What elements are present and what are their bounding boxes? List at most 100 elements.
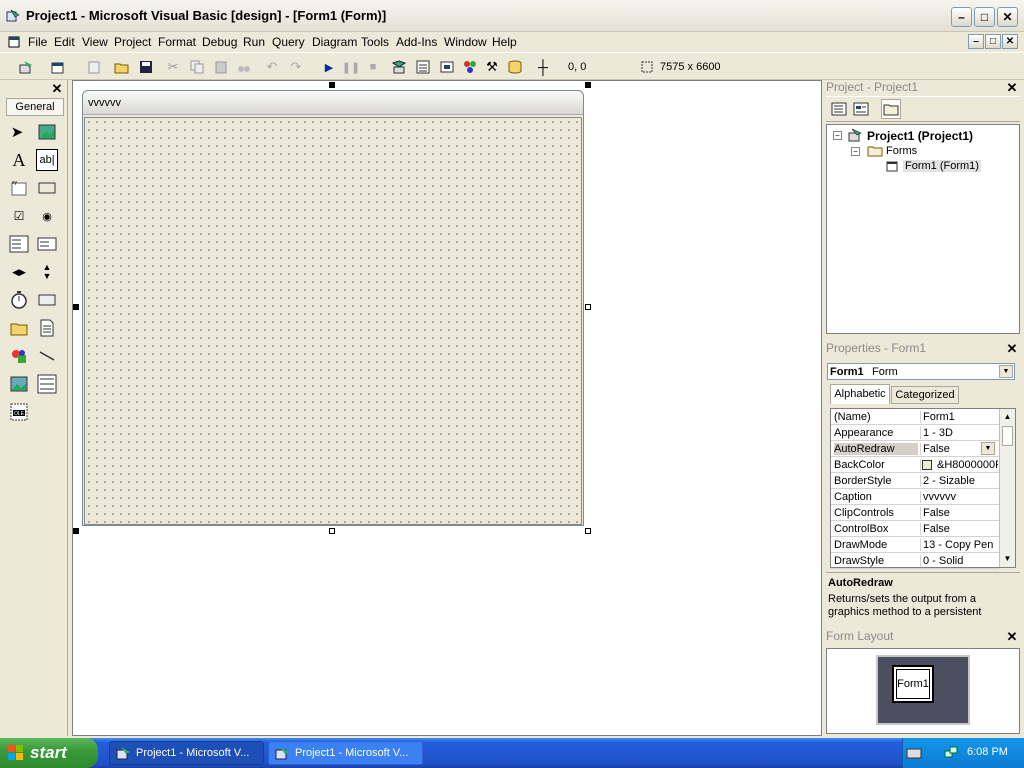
menu-editor-button[interactable] — [84, 57, 104, 77]
minimize-button[interactable]: – — [951, 7, 972, 27]
property-row[interactable]: BackColor &H8000000F — [831, 457, 999, 473]
maximize-button[interactable]: □ — [974, 7, 995, 27]
menu-file[interactable]: File — [28, 35, 47, 49]
resize-handle-bottom[interactable] — [329, 528, 335, 534]
resize-handle-bottom-right[interactable] — [585, 528, 591, 534]
ole-tool[interactable]: OLE — [8, 401, 30, 423]
paste-button[interactable] — [211, 57, 231, 77]
resize-handle-left[interactable] — [73, 304, 79, 310]
tab-categorized[interactable]: Categorized — [891, 386, 959, 404]
resize-handle-right[interactable] — [585, 304, 591, 310]
menu-debug[interactable]: Debug — [202, 35, 237, 49]
property-row[interactable]: ClipControls False — [831, 505, 999, 521]
data-view-button[interactable] — [505, 57, 525, 77]
property-row[interactable]: (Name) Form1 — [831, 409, 999, 425]
property-row[interactable]: DrawStyle 0 - Solid — [831, 553, 999, 569]
property-scrollbar[interactable]: ▲ ▼ — [999, 409, 1015, 567]
form-window[interactable]: vvvvvv — [82, 90, 584, 526]
add-project-button[interactable] — [16, 57, 36, 77]
scroll-down-icon[interactable]: ▼ — [1000, 551, 1015, 566]
object-browser-button[interactable] — [460, 57, 480, 77]
start-button[interactable]: start — [0, 738, 98, 768]
combobox-tool[interactable] — [8, 233, 30, 255]
project-explorer-button[interactable] — [389, 57, 409, 77]
mdi-minimize-button[interactable]: – — [968, 34, 984, 49]
form-title-bar[interactable]: vvvvvv — [83, 91, 583, 115]
add-form-button[interactable] — [48, 57, 68, 77]
tree-collapse-toggle[interactable]: − — [833, 131, 842, 140]
copy-button[interactable] — [187, 57, 207, 77]
resize-handle-top[interactable] — [329, 82, 335, 88]
vscrollbar-tool[interactable]: ▲ ▼ — [36, 261, 58, 283]
close-button[interactable]: ✕ — [997, 7, 1018, 27]
mdi-restore-button[interactable]: □ — [985, 34, 1001, 49]
menu-format[interactable]: Format — [158, 35, 196, 49]
menu-run[interactable]: Run — [243, 35, 265, 49]
toolbox-close-button[interactable]: ✕ — [50, 81, 64, 96]
timer-tool[interactable] — [8, 289, 30, 311]
object-selector[interactable]: Form1 Form ▼ — [827, 363, 1015, 380]
network-icon[interactable] — [943, 745, 959, 761]
menu-tools[interactable]: Tools — [361, 35, 389, 49]
menu-project[interactable]: Project — [114, 35, 151, 49]
end-button[interactable]: ■ — [363, 57, 383, 77]
scroll-up-icon[interactable]: ▲ — [1000, 409, 1015, 424]
view-code-button[interactable] — [829, 99, 849, 119]
menu-window[interactable]: Window — [444, 35, 487, 49]
menu-edit[interactable]: Edit — [54, 35, 75, 49]
taskbar-item-active[interactable]: Project1 - Microsoft V... — [109, 741, 264, 765]
menu-query[interactable]: Query — [272, 35, 305, 49]
save-project-button[interactable] — [136, 57, 156, 77]
tree-form1-item[interactable]: Form1 (Form1) — [903, 160, 981, 172]
form-client-area[interactable] — [84, 117, 582, 525]
toolbox-tab-general[interactable]: General — [6, 98, 64, 116]
property-row[interactable]: BorderStyle 2 - Sizable — [831, 473, 999, 489]
commandbutton-tool[interactable] — [36, 177, 58, 199]
find-button[interactable] — [234, 57, 254, 77]
tab-alphabetic[interactable]: Alphabetic — [830, 384, 890, 404]
properties-close-button[interactable]: ✕ — [1005, 341, 1019, 356]
property-row-selected[interactable]: AutoRedraw False ▼ — [831, 441, 999, 457]
filelistbox-tool[interactable] — [36, 317, 58, 339]
pointer-tool[interactable]: ➤ — [6, 121, 28, 143]
checkbox-tool[interactable]: ☑ — [8, 205, 30, 227]
cut-button[interactable]: ✂ — [163, 57, 183, 77]
property-row[interactable]: DrawMode 13 - Copy Pen — [831, 537, 999, 553]
frame-tool[interactable]: xy — [8, 177, 30, 199]
tree-forms-folder[interactable]: Forms — [886, 145, 917, 157]
form-document-icon[interactable] — [7, 35, 21, 49]
shape-tool[interactable] — [8, 345, 30, 367]
drivelistbox-tool[interactable] — [36, 289, 58, 311]
menu-view[interactable]: View — [82, 35, 108, 49]
project-tree[interactable]: − Project1 (Project1) − Forms Form1 (For… — [826, 124, 1020, 334]
line-tool[interactable] — [36, 345, 58, 367]
toggle-folders-button[interactable] — [881, 99, 901, 119]
picturebox-tool[interactable] — [36, 121, 58, 143]
property-row[interactable]: ControlBox False — [831, 521, 999, 537]
form-layout-close-button[interactable]: ✕ — [1005, 629, 1019, 644]
optionbutton-tool[interactable]: ◉ — [36, 205, 58, 227]
data-tool[interactable] — [36, 373, 58, 395]
undo-button[interactable]: ↶ — [262, 57, 282, 77]
listbox-tool[interactable] — [36, 233, 58, 255]
form-layout-button[interactable] — [437, 57, 457, 77]
tree-forms-toggle[interactable]: − — [851, 147, 860, 156]
chevron-down-icon[interactable]: ▼ — [981, 442, 995, 455]
resize-handle-bottom-left[interactable] — [73, 528, 79, 534]
redo-button[interactable]: ↷ — [286, 57, 306, 77]
resize-handle-top-right[interactable] — [585, 82, 591, 88]
mdi-close-button[interactable]: ✕ — [1002, 34, 1018, 49]
label-tool[interactable]: A — [8, 149, 30, 171]
form-layout-preview[interactable]: Form1 — [892, 665, 934, 703]
property-grid[interactable]: (Name) Form1 Appearance 1 - 3D AutoRedraw F… — [830, 408, 1016, 569]
view-object-button[interactable] — [851, 99, 871, 119]
textbox-tool[interactable]: ab| — [36, 149, 58, 171]
break-button[interactable]: ❚❚ — [341, 57, 361, 77]
toolbox-button[interactable]: ⚒ — [482, 57, 502, 77]
keyboard-icon[interactable] — [906, 746, 922, 760]
image-tool[interactable] — [8, 373, 30, 395]
scroll-thumb[interactable] — [1002, 426, 1013, 446]
hscrollbar-tool[interactable]: ◀▶ — [8, 261, 30, 283]
menu-diagram[interactable]: Diagram — [312, 35, 357, 49]
chevron-down-icon[interactable]: ▼ — [999, 365, 1013, 378]
